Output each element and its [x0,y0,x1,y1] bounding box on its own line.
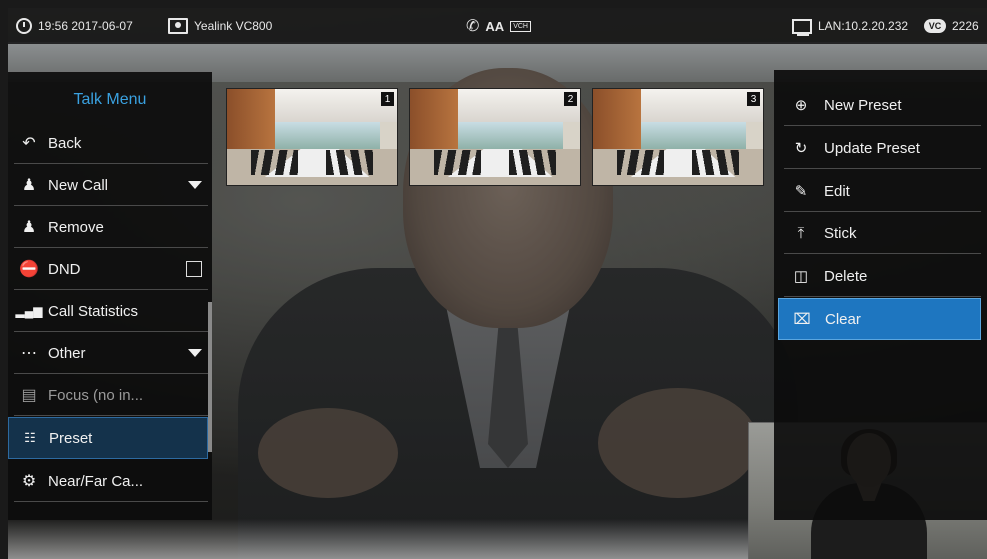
trash-icon: ◫ [793,268,809,285]
update-preset-button[interactable]: ↻ Update Preset [778,127,981,169]
preset-number-badge: 3 [747,92,760,106]
talk-menu-new-call[interactable]: ♟ New Call [8,164,208,206]
font-size-icon: AA [485,18,505,34]
video-screen: 19:56 2017-06-07 Yealink VC800 ✆ AA VCH … [8,8,987,559]
clock-icon [16,18,32,34]
talk-menu-other[interactable]: ⋯ Other [8,332,208,374]
new-preset-button[interactable]: ⊕ New Preset [778,84,981,126]
more-circle-icon: ⋯ [21,345,37,362]
dnd-icon: ⛔ [19,261,39,278]
vc-number-text: 2226 [952,19,979,33]
device-name-text: Yealink VC800 [194,19,273,33]
dnd-checkbox[interactable] [186,248,202,290]
lan-text: LAN:10.2.20.232 [818,19,909,33]
add-person-icon: ♟ [21,177,37,194]
pin-top-icon: ⤒ [797,224,805,242]
chevron-down-icon[interactable] [188,332,202,374]
preset-menu-item-label: Delete [824,267,868,285]
talk-menu-preset[interactable]: ☷ Preset [8,417,208,459]
talk-menu-item-label: Back [48,134,82,152]
talk-menu-item-label: DND [48,260,81,278]
preset-menu-item-label: Clear [825,310,861,328]
talk-menu: Talk Menu ↶ Back ♟ New Call ♟ Remove ⛔ D… [8,72,212,520]
preset-thumbnail-2[interactable]: 2 [409,88,581,186]
preset-icon: ☷ [24,430,36,445]
talk-menu-back[interactable]: ↶ Back [8,122,208,164]
plus-circle-icon: ⊕ [794,97,808,114]
preset-number-badge: 1 [381,92,394,106]
talk-menu-item-label: Preset [49,429,93,447]
preset-menu-item-label: Edit [824,182,850,200]
talk-menu-focus[interactable]: ▤ Focus (no in... [8,374,208,416]
preset-options-menu: ⊕ New Preset ↻ Update Preset ✎ Edit ⤒ St… [774,70,987,520]
chevron-down-icon[interactable] [188,164,202,206]
status-lan: LAN:10.2.20.232 [792,8,908,44]
talk-menu-remove[interactable]: ♟ Remove [8,206,208,248]
status-device: Yealink VC800 [168,8,272,44]
status-vc: VC 2226 [924,8,979,44]
remove-person-icon: ♟ [21,219,37,236]
phone-icon: ✆ [466,18,480,35]
signal-bars-icon: ▂▄▆ [15,304,43,318]
delete-button[interactable]: ◫ Delete [778,255,981,297]
bottom-fade [8,519,748,559]
talk-menu-item-label: Remove [48,218,104,236]
contact-card-icon [168,18,188,34]
clear-button[interactable]: ⌧ Clear [778,298,981,340]
preset-thumbnail-1[interactable]: 1 [226,88,398,186]
stick-button[interactable]: ⤒ Stick [778,212,981,254]
preset-menu-item-label: Stick [824,224,857,242]
talk-menu-dnd[interactable]: ⛔ DND [8,248,208,290]
talk-menu-near-far-camera[interactable]: ⚙ Near/Far Ca... [8,460,208,502]
camera-settings-icon: ⚙ [21,473,37,490]
preset-number-badge: 2 [564,92,577,106]
clear-icon: ⌧ [793,311,811,328]
refresh-icon: ↻ [794,140,808,157]
talk-menu-item-label: New Call [48,176,109,194]
vch-icon: VCH [510,20,531,32]
lan-monitor-icon [792,18,812,36]
status-time: 19:56 2017-06-07 [16,8,133,44]
vc-cloud-icon: VC [924,19,946,33]
status-center-icons: ✆ AA VCH [466,8,531,44]
preset-menu-item-label: New Preset [824,96,902,114]
pencil-icon: ✎ [794,183,808,200]
preset-thumbnail-3[interactable]: 3 [592,88,764,186]
monitor-icon: ▤ [21,387,37,404]
talk-menu-item-label: Other [48,344,86,362]
talk-menu-item-label: Call Statistics [48,302,139,320]
talk-menu-item-label: Focus (no in... [48,386,144,404]
preset-menu-item-label: Update Preset [824,139,920,157]
back-arrow-icon: ↶ [22,135,36,152]
talk-menu-scrollbar[interactable] [208,302,212,452]
talk-menu-call-statistics[interactable]: ▂▄▆ Call Statistics [8,290,208,332]
talk-menu-item-label: Near/Far Ca... [48,472,144,490]
status-bar: 19:56 2017-06-07 Yealink VC800 ✆ AA VCH … [8,8,987,44]
talk-menu-title: Talk Menu [73,91,147,108]
edit-button[interactable]: ✎ Edit [778,170,981,212]
time-date-text: 19:56 2017-06-07 [38,19,133,33]
